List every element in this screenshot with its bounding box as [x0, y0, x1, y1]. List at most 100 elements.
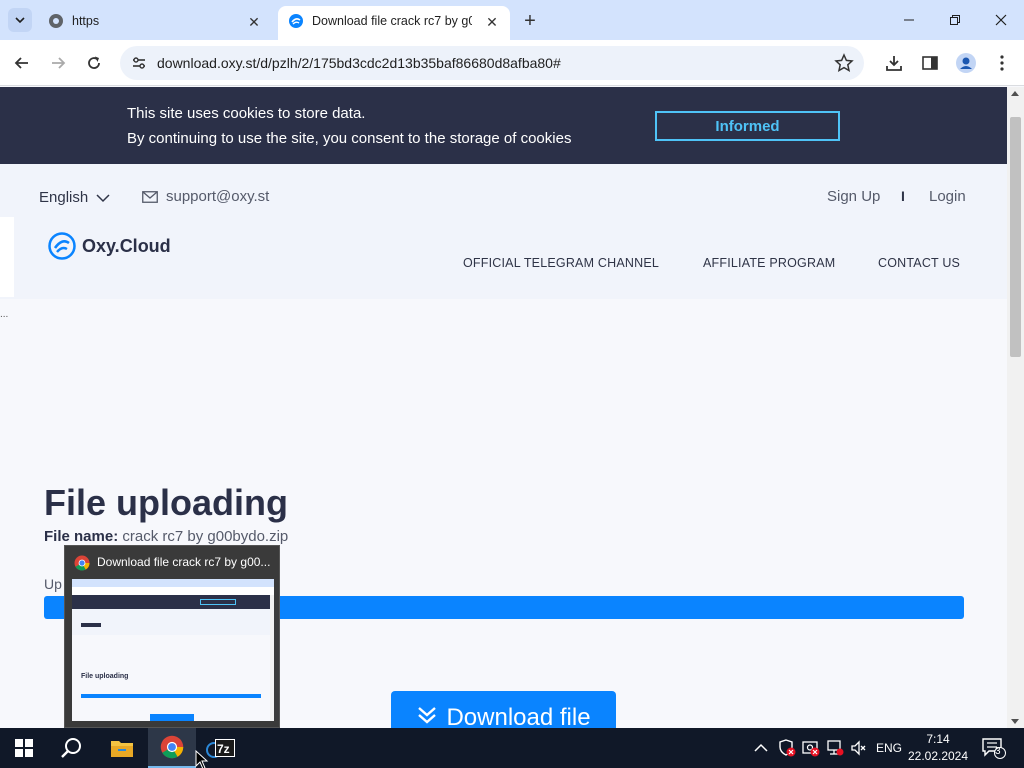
reload-icon	[88, 56, 100, 69]
chrome-taskbar-button[interactable]	[148, 728, 196, 768]
network-tray-button[interactable]	[826, 728, 844, 768]
address-bar[interactable]: download.oxy.st/d/pzlh/2/175bd3cdc2d13b3…	[120, 46, 864, 80]
arrow-right-icon	[52, 57, 66, 69]
kebab-menu-icon	[1000, 55, 1004, 71]
scroll-up-arrow-icon[interactable]	[1011, 91, 1019, 96]
url-text[interactable]: download.oxy.st/d/pzlh/2/175bd3cdc2d13b3…	[157, 55, 561, 71]
oxy-cloud-logo-icon	[48, 232, 76, 260]
site-settings-icon[interactable]	[130, 54, 148, 72]
notification-count-badge: 3	[995, 746, 1001, 757]
informed-button[interactable]: Informed	[655, 111, 840, 141]
login-link[interactable]: Login	[929, 188, 966, 205]
nav-contact-us[interactable]: CONTACT US	[878, 256, 960, 270]
oxy-cloud-favicon-icon	[289, 14, 303, 28]
globe-icon	[49, 14, 63, 28]
reload-button[interactable]	[80, 49, 108, 77]
notification-icon	[982, 738, 1006, 759]
mail-icon	[142, 190, 158, 203]
tab-https[interactable]: https ✕	[38, 6, 272, 40]
clock[interactable]: 7:14 22.02.2024	[906, 731, 970, 765]
side-panel-button[interactable]	[916, 49, 944, 77]
close-icon	[995, 14, 1007, 26]
close-tab-icon[interactable]: ✕	[482, 12, 502, 32]
back-button[interactable]	[8, 49, 36, 77]
site-logo[interactable]: Oxy.Cloud	[48, 232, 171, 260]
close-tab-icon[interactable]: ✕	[244, 12, 264, 32]
tab-title: Download file crack rc7 by g00bydo.zip	[312, 14, 472, 28]
volume-tray-button[interactable]	[850, 728, 868, 768]
language-label: English	[39, 189, 89, 206]
network-icon	[827, 740, 844, 756]
header-separator: I	[901, 188, 905, 204]
app-warning-icon	[802, 741, 820, 757]
tab-search-button[interactable]	[8, 8, 32, 32]
minimize-icon	[904, 19, 914, 21]
show-hidden-icons-button[interactable]	[754, 728, 768, 768]
profile-button[interactable]	[952, 49, 980, 77]
scroll-down-arrow-icon[interactable]	[1011, 719, 1019, 724]
decorative-shape	[0, 217, 14, 297]
restore-button[interactable]	[932, 0, 978, 40]
tab-title: https	[72, 14, 100, 28]
clock-time: 7:14	[926, 732, 950, 746]
minimize-button[interactable]	[886, 0, 932, 40]
menu-button[interactable]	[988, 49, 1016, 77]
restore-icon	[950, 15, 960, 25]
preview-title: Download file crack rc7 by g00...	[97, 555, 271, 569]
speaker-muted-icon	[851, 740, 866, 756]
tab-download-file[interactable]: Download file crack rc7 by g00bydo.zip ✕	[278, 6, 510, 40]
support-link[interactable]: support@oxy.st	[142, 188, 269, 205]
preview-mini-title: File uploading	[81, 673, 129, 680]
windows-taskbar: 7z ENG 7:14 22.02.2024 3	[0, 728, 1024, 768]
start-button[interactable]	[0, 728, 48, 768]
file-name-value: crack rc7 by g00bydo.zip	[122, 528, 289, 545]
brand-name: Oxy.Cloud	[82, 235, 171, 256]
windows-logo-icon	[15, 739, 33, 757]
cookie-text-line2: By continuing to use the site, you conse…	[127, 130, 572, 147]
file-name-row: File name: crack rc7 by g00bydo.zip	[44, 528, 288, 545]
bookmark-star-icon[interactable]	[834, 53, 854, 73]
side-panel-icon	[922, 56, 938, 70]
upload-status-label: Up	[44, 576, 62, 592]
clock-date: 22.02.2024	[907, 749, 969, 763]
nav-affiliate-program[interactable]: AFFILIATE PROGRAM	[703, 256, 835, 270]
download-file-button[interactable]: Download file	[391, 691, 616, 728]
browser-toolbar: download.oxy.st/d/pzlh/2/175bd3cdc2d13b3…	[0, 40, 1024, 86]
avatar-icon	[956, 53, 976, 73]
notification-center-button[interactable]: 3	[982, 728, 1006, 768]
file-explorer-button[interactable]	[98, 728, 146, 768]
site-header: English support@oxy.st Sign Up I Login O…	[0, 164, 1007, 299]
chevron-up-icon	[754, 743, 768, 752]
chrome-icon	[74, 555, 90, 571]
close-window-button[interactable]	[978, 0, 1024, 40]
chevron-down-icon	[15, 17, 25, 24]
downloads-button[interactable]	[880, 49, 908, 77]
vertical-scrollbar[interactable]	[1007, 87, 1024, 728]
forward-button[interactable]	[44, 49, 72, 77]
cookie-text-line1: This site uses cookies to store data.	[127, 105, 366, 122]
preview-screenshot: File uploading	[72, 579, 274, 721]
mouse-pointer-icon	[195, 750, 209, 768]
file-name-label: File name:	[44, 528, 119, 545]
nav-telegram-channel[interactable]: OFFICIAL TELEGRAM CHANNEL	[463, 256, 659, 270]
language-selector[interactable]: English	[39, 189, 110, 206]
security-tray-button[interactable]	[778, 728, 796, 768]
input-language-indicator[interactable]: ENG	[876, 728, 902, 768]
scrollbar-thumb[interactable]	[1010, 117, 1021, 357]
stray-dots: ...	[0, 309, 9, 320]
double-chevron-down-icon	[418, 707, 437, 724]
arrow-left-icon	[14, 57, 28, 69]
support-email: support@oxy.st	[166, 188, 270, 205]
download-file-label: Download file	[446, 704, 591, 728]
chevron-down-icon	[96, 193, 110, 202]
taskbar-window-preview[interactable]: Download file crack rc7 by g00... File u…	[64, 545, 280, 728]
tray-app-button[interactable]	[802, 728, 820, 768]
sign-up-link[interactable]: Sign Up	[827, 188, 880, 205]
new-tab-button[interactable]: +	[518, 9, 542, 33]
browser-tab-bar: https ✕ Download file crack rc7 by g00by…	[0, 0, 1024, 40]
folder-icon	[111, 741, 133, 757]
chrome-icon	[160, 735, 184, 759]
search-button[interactable]	[48, 728, 96, 768]
download-icon	[886, 56, 902, 71]
svg-text:7z: 7z	[217, 742, 230, 756]
